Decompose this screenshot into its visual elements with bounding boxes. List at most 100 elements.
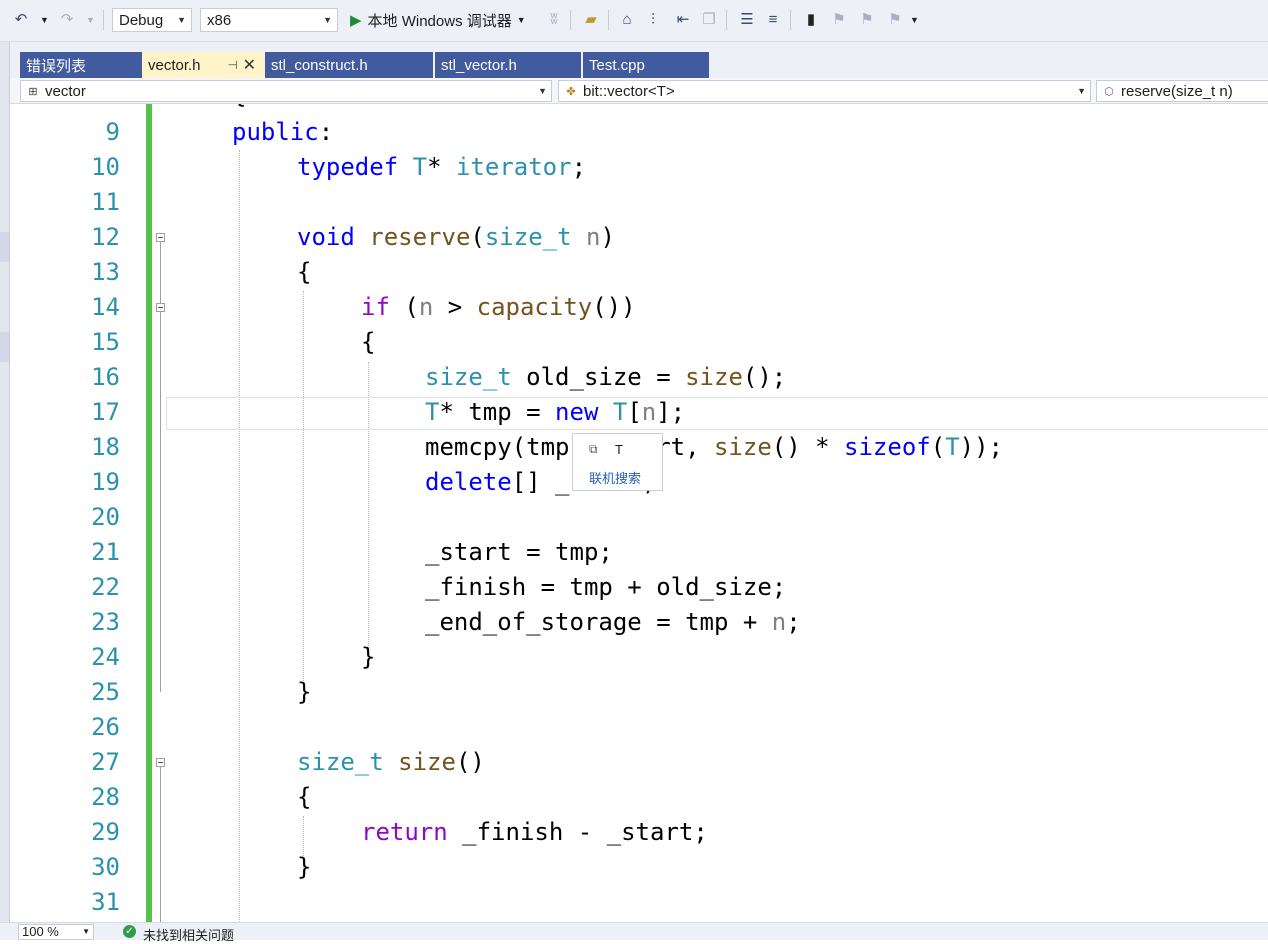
tab-label: stl_vector.h (441, 56, 517, 74)
tab-stl-vector-h[interactable]: stl_vector.h (435, 52, 581, 78)
method-icon: ⬡ (1104, 85, 1114, 98)
code-line[interactable]: 22 _finish = tmp + old_size; (10, 570, 1268, 605)
code-line[interactable]: 20 (10, 500, 1268, 535)
code-line[interactable]: 15 { (10, 325, 1268, 360)
toolbar-overflow-icon[interactable]: ▼ (910, 8, 919, 32)
tab-label: 错误列表 (26, 57, 87, 75)
open-folder-icon[interactable]: ▰ (580, 8, 602, 30)
line-number: 22 (91, 573, 120, 601)
filter-icon[interactable]: ⫶ (642, 8, 664, 30)
line-number: 28 (91, 783, 120, 811)
line-number: 17 (91, 398, 120, 426)
zoom-select[interactable]: 100 % ▼ (18, 924, 94, 940)
code-line[interactable]: 26 (10, 710, 1268, 745)
close-icon[interactable]: ✕ (243, 55, 256, 75)
line-number: 25 (91, 678, 120, 706)
quick-info-tooltip: ⧉ T 联机搜索 (572, 433, 663, 491)
undo-dropdown-icon[interactable]: ▼ (40, 8, 49, 32)
redo-dropdown-icon[interactable]: ▼ (86, 8, 95, 32)
comment-icon[interactable]: ≡ (762, 8, 784, 30)
start-debugging-label: 本地 Windows 调试器 (367, 12, 512, 30)
code-line[interactable]: 17 T* tmp = new T[n]; (10, 395, 1268, 430)
online-search-link[interactable]: 联机搜索 (589, 468, 641, 487)
line-number: 12 (91, 223, 120, 251)
code-line[interactable]: 13 { (10, 255, 1268, 290)
step-icon[interactable]: ⇤ (672, 8, 694, 30)
tab-label: stl_construct.h (271, 56, 368, 74)
code-line[interactable]: 21 _start = tmp; (10, 535, 1268, 570)
line-number: 19 (91, 468, 120, 496)
code-line[interactable]: 31 (10, 885, 1268, 920)
tab-error-list[interactable]: 错误列表 (20, 52, 142, 78)
line-number: 13 (91, 258, 120, 286)
scope-dropdown[interactable]: ✤ bit::vector<T> ▼ (558, 80, 1091, 102)
issues-status[interactable]: 未找到相关问题 (143, 925, 234, 944)
code-text: public: (232, 118, 334, 146)
indent-icon[interactable]: ☰ (736, 8, 758, 30)
code-editor[interactable]: { 9 public: 10 typedef T* iterator; 11 1… (10, 104, 1268, 922)
tab-stl-construct-h[interactable]: stl_construct.h (265, 52, 433, 78)
code-text: { (297, 783, 312, 811)
chevron-down-icon: ▼ (323, 15, 332, 25)
line-number: 27 (91, 748, 120, 776)
code-line[interactable]: 24 } (10, 640, 1268, 675)
member-dropdown[interactable]: ⬡ reserve(size_t n) (1096, 80, 1268, 102)
line-number: 9 (105, 118, 120, 146)
platform-select[interactable]: x86 ▼ (200, 8, 338, 32)
toolbar-separator (103, 10, 104, 30)
undo-icon[interactable]: ↶ (10, 8, 32, 30)
play-icon: ▶ (350, 12, 362, 29)
code-text: } (361, 643, 376, 671)
hot-reload-icon[interactable]: ʬ (543, 8, 565, 30)
pin-icon[interactable]: ⊣ (228, 58, 238, 72)
code-line[interactable]: 16 size_t old_size = size(); (10, 360, 1268, 395)
line-number: 21 (91, 538, 120, 566)
redo-icon[interactable]: ↷ (56, 8, 78, 30)
copy-icon[interactable]: ❐ (698, 8, 720, 30)
bookmark-prev-icon[interactable]: ⚑ (828, 8, 850, 30)
chevron-down-icon: ▼ (538, 86, 547, 96)
bookmark-icon[interactable]: ▮ (800, 8, 822, 30)
toolbar-separator (790, 10, 791, 30)
start-debugging-button[interactable]: ▶ 本地 Windows 调试器 ▼ (350, 8, 526, 32)
code-text: _start = tmp; (425, 538, 613, 566)
line-number: 26 (91, 713, 120, 741)
code-line[interactable]: 10 typedef T* iterator; (10, 150, 1268, 185)
tab-vector-h[interactable]: vector.h ⊣ ✕ (142, 52, 264, 78)
code-line[interactable]: 11 (10, 185, 1268, 220)
tab-test-cpp[interactable]: Test.cpp (583, 52, 709, 78)
class-icon: ✤ (566, 85, 576, 98)
code-text: typedef T* iterator; (297, 153, 587, 181)
tab-label: vector.h (148, 56, 201, 74)
code-line[interactable]: 25 } (10, 675, 1268, 710)
project-dropdown[interactable]: ⊞ vector ▼ (20, 80, 552, 102)
scope-value: bit::vector<T> (583, 82, 675, 100)
code-text: if (n > capacity()) (361, 293, 636, 321)
code-line[interactable]: 9 public: (10, 115, 1268, 150)
line-number: 29 (91, 818, 120, 846)
bookmark-next-icon[interactable]: ⚑ (856, 8, 878, 30)
line-number: 10 (91, 153, 120, 181)
code-line[interactable]: 23 _end_of_storage = tmp + n; (10, 605, 1268, 640)
type-parameter-icon: ⧉ (589, 442, 598, 456)
code-text: memcpy(tmp, _start, size() * sizeof(T)); (425, 433, 1003, 461)
code-text: T* tmp = new T[n]; (425, 398, 686, 426)
code-line[interactable]: 29 return _finish - _start; (10, 815, 1268, 850)
check-circle-icon: ✓ (123, 925, 136, 938)
code-line[interactable]: 12 void reserve(size_t n) (10, 220, 1268, 255)
code-text: { (232, 104, 246, 113)
config-select[interactable]: Debug ▼ (112, 8, 192, 32)
line-number: 16 (91, 363, 120, 391)
code-line[interactable]: 30 } (10, 850, 1268, 885)
project-value: vector (45, 82, 86, 100)
toolbar-separator (608, 10, 609, 30)
code-line[interactable]: 14 if (n > capacity()) (10, 290, 1268, 325)
code-text: { (361, 328, 376, 356)
bookmark-clear-icon[interactable]: ⚑ (884, 8, 906, 30)
code-text: return _finish - _start; (361, 818, 708, 846)
code-line[interactable]: 27 size_t size() (10, 745, 1268, 780)
status-bar: 100 % ▼ ✓ 未找到相关问题 (0, 922, 1268, 943)
side-panel-strip[interactable] (0, 42, 10, 922)
code-line[interactable]: 28 { (10, 780, 1268, 815)
home-icon[interactable]: ⌂ (616, 8, 638, 30)
